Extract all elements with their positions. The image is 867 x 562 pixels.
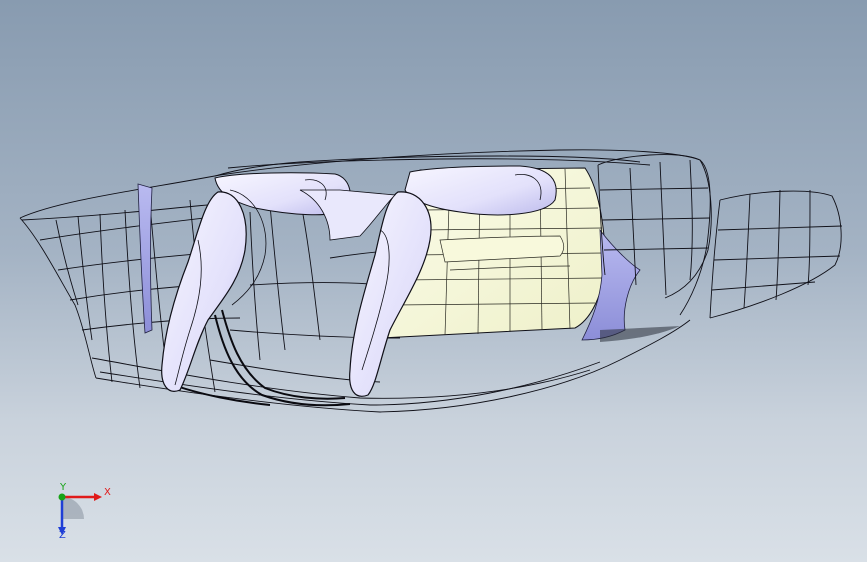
- axis-triad: X Y Z: [40, 480, 130, 550]
- a-pillar-trim: [137, 183, 153, 334]
- axis-triad-icon: [58, 493, 102, 535]
- graphics-viewport[interactable]: X Y Z: [0, 0, 867, 562]
- tailgate-mesh: [709, 189, 843, 319]
- z-axis-label: Z: [59, 530, 66, 541]
- y-axis-label: Y: [60, 482, 67, 493]
- car-interior-wireframe-model[interactable]: [0, 0, 867, 562]
- x-axis-label: X: [104, 487, 111, 498]
